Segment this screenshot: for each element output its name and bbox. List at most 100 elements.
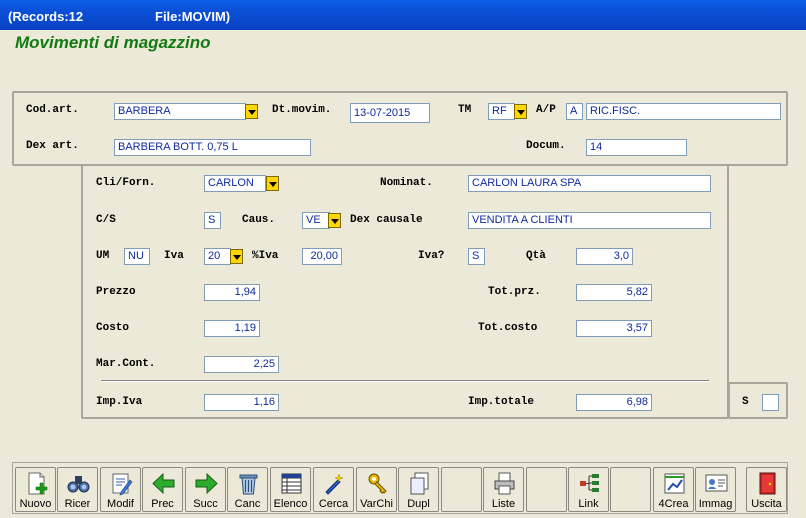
- ap-description-field[interactable]: RIC.FISC.: [586, 103, 781, 120]
- qta-label: Qtà: [526, 250, 546, 262]
- tm-label: TM: [458, 104, 472, 116]
- tot-costo-label: Tot.costo: [478, 322, 538, 334]
- link-button[interactable]: Link: [568, 467, 609, 512]
- edit-document-icon: [112, 473, 133, 496]
- cs-label: C/S: [96, 214, 116, 226]
- elenco-label: Elenco: [273, 498, 308, 510]
- ap-field[interactable]: A: [566, 103, 583, 120]
- cod-art-label: Cod.art.: [26, 104, 79, 116]
- ricer-button[interactable]: Ricer: [57, 467, 98, 512]
- file-name: File:MOVIM): [155, 9, 231, 24]
- qta-field[interactable]: 3,0: [576, 248, 633, 265]
- prec-button[interactable]: Prec: [142, 467, 183, 512]
- cs-field[interactable]: S: [204, 212, 221, 229]
- cli-forn-dropdown-icon[interactable]: [266, 176, 279, 191]
- cod-art-dropdown-icon[interactable]: [245, 104, 258, 119]
- tm-dropdown-icon[interactable]: [514, 104, 527, 119]
- um-field[interactable]: NU: [124, 248, 150, 265]
- dt-movim-field[interactable]: 13-07-2015: [350, 103, 430, 123]
- tm-field[interactable]: RF: [488, 103, 515, 120]
- caus-field[interactable]: VE: [302, 212, 330, 229]
- caus-dropdown-icon[interactable]: [328, 213, 341, 228]
- form-title: Movimenti di magazzino: [15, 33, 211, 52]
- link-label: Link: [578, 498, 599, 510]
- crea4-button[interactable]: 4Crea: [653, 467, 694, 512]
- mar-cont-field[interactable]: 2,25: [204, 356, 279, 373]
- s-label: S: [742, 396, 749, 408]
- cli-forn-label: Cli/Forn.: [96, 177, 156, 189]
- costo-label: Costo: [96, 322, 130, 334]
- costo-field[interactable]: 1,19: [204, 320, 260, 337]
- dex-art-field[interactable]: BARBERA BOTT. 0,75 L: [114, 139, 311, 156]
- empty-button-1[interactable]: [441, 467, 482, 512]
- s-field[interactable]: [762, 394, 779, 411]
- varchi-label: VarChi: [360, 498, 393, 510]
- ap-label: A/P: [536, 104, 556, 116]
- iva-flag-field[interactable]: S: [468, 248, 485, 265]
- elenco-button[interactable]: Elenco: [270, 467, 311, 512]
- immag-button[interactable]: Immag: [695, 467, 736, 512]
- printer-icon: [494, 472, 515, 495]
- modif-button[interactable]: Modif: [100, 467, 141, 512]
- liste-button[interactable]: Liste: [483, 467, 524, 512]
- uscita-button[interactable]: Uscita: [746, 467, 787, 512]
- empty-button-3[interactable]: [610, 467, 651, 512]
- dex-art-label: Dex art.: [26, 140, 79, 152]
- succ-button[interactable]: Succ: [185, 467, 226, 512]
- empty-button-2[interactable]: [526, 467, 567, 512]
- docum-field[interactable]: 14: [586, 139, 687, 156]
- dt-movim-label: Dt.movim.: [272, 104, 332, 116]
- side-panel: [728, 382, 788, 419]
- cerca-button[interactable]: Cerca: [313, 467, 354, 512]
- nominat-field[interactable]: CARLON LAURA SPA: [468, 175, 711, 192]
- perc-iva-field[interactable]: 20,00: [302, 248, 342, 265]
- modif-label: Modif: [107, 498, 134, 510]
- mar-cont-label: Mar.Cont.: [96, 358, 156, 370]
- records-count: (Records:12: [8, 9, 84, 24]
- dex-causale-label: Dex causale: [350, 214, 423, 226]
- varchi-button[interactable]: VarChi: [356, 467, 397, 512]
- tot-costo-field[interactable]: 3,57: [576, 320, 652, 337]
- list-table-icon: [281, 473, 302, 494]
- cerca-label: Cerca: [318, 498, 349, 510]
- iva-field[interactable]: 20: [204, 248, 231, 265]
- iva-label: Iva: [164, 250, 184, 262]
- dex-causale-field[interactable]: VENDITA A CLIENTI: [468, 212, 711, 229]
- liste-label: Liste: [491, 498, 516, 510]
- totals-divider: [101, 380, 709, 382]
- um-label: UM: [96, 250, 110, 262]
- canc-label: Canc: [234, 498, 261, 510]
- magic-wand-icon: [325, 473, 344, 495]
- title-bar: (Records:12 File:MOVIM): [0, 0, 806, 30]
- imp-totale-field[interactable]: 6,98: [576, 394, 652, 411]
- key-icon: [368, 473, 387, 494]
- chart-create-icon: [664, 473, 685, 494]
- nuovo-label: Nuovo: [19, 498, 52, 510]
- prezzo-field[interactable]: 1,94: [204, 284, 260, 301]
- nominat-label: Nominat.: [380, 177, 433, 189]
- canc-button[interactable]: Canc: [227, 467, 268, 512]
- arrow-right-icon: [195, 472, 218, 495]
- cod-art-field[interactable]: BARBERA: [114, 103, 246, 120]
- exit-door-icon: [759, 472, 776, 495]
- prec-label: Prec: [151, 498, 174, 510]
- iva-dropdown-icon[interactable]: [230, 249, 243, 264]
- trash-icon: [239, 474, 258, 495]
- tot-prz-field[interactable]: 5,82: [576, 284, 652, 301]
- dupl-button[interactable]: Dupl: [398, 467, 439, 512]
- imp-iva-field[interactable]: 1,16: [204, 394, 279, 411]
- succ-label: Succ: [193, 498, 218, 510]
- tot-prz-label: Tot.prz.: [488, 286, 541, 298]
- ricer-label: Ricer: [64, 498, 91, 510]
- immag-label: Immag: [698, 498, 733, 510]
- arrow-left-icon: [152, 472, 175, 495]
- hierarchy-icon: [580, 474, 599, 492]
- imp-totale-label: Imp.totale: [468, 396, 535, 408]
- cli-forn-field[interactable]: CARLON: [204, 175, 266, 192]
- image-card-icon: [705, 474, 728, 492]
- dupl-label: Dupl: [407, 498, 430, 510]
- binoculars-icon: [67, 476, 90, 493]
- nuovo-button[interactable]: Nuovo: [15, 467, 56, 512]
- new-document-icon: [28, 472, 48, 495]
- docum-label: Docum.: [526, 140, 566, 152]
